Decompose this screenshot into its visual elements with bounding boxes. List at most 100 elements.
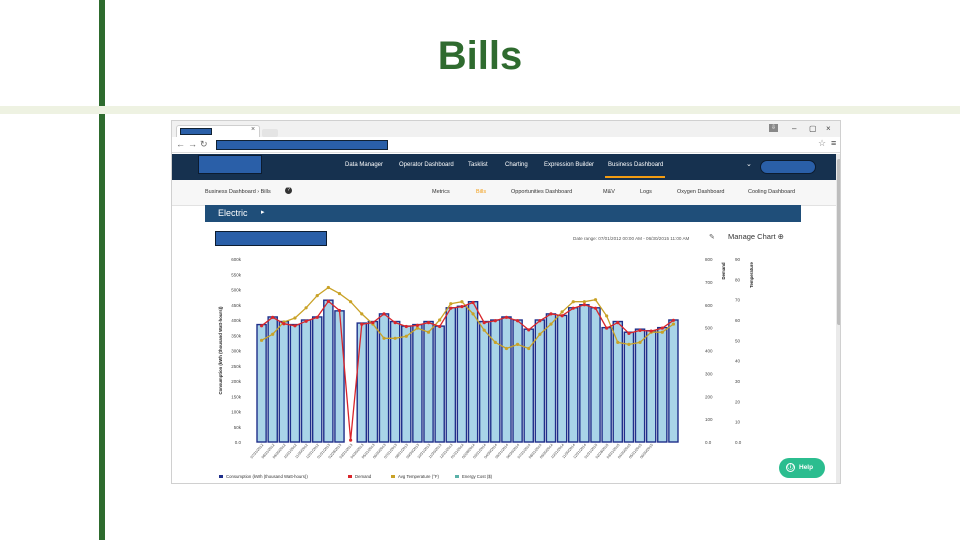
demand-point — [326, 299, 330, 303]
consumption-bar — [623, 331, 635, 443]
temperature-point — [438, 318, 442, 322]
scrollbar-thumb[interactable] — [837, 159, 840, 325]
nav-charting[interactable]: Charting — [505, 162, 528, 168]
demand-point — [415, 323, 420, 327]
nav-expression-builder[interactable]: Expression Builder — [544, 162, 594, 168]
address-bar-row: ← → ↻ ☆ ≡ — [172, 137, 840, 153]
temperature-point — [460, 300, 464, 304]
y-tick-label: 400k — [231, 318, 242, 323]
temperature-point — [582, 300, 586, 304]
user-menu-redacted[interactable] — [760, 160, 816, 174]
tab-close-icon[interactable]: × — [251, 126, 255, 133]
nav-active-indicator — [605, 176, 665, 178]
close-window-icon[interactable]: × — [826, 124, 831, 133]
y-tick-label: 50k — [234, 425, 242, 430]
demand-point — [605, 326, 609, 330]
consumption-bar — [501, 316, 512, 443]
subtab-logs[interactable]: Logs — [640, 189, 652, 195]
y2-tick-label: 400 — [705, 349, 713, 354]
consumption-bar — [556, 314, 568, 443]
temperature-point — [315, 294, 319, 298]
forward-icon[interactable]: → — [188, 139, 197, 149]
y-tick-label: 500k — [231, 288, 242, 293]
maximize-icon[interactable]: ▢ — [809, 124, 817, 133]
consumption-bar — [478, 320, 490, 443]
demand-point — [371, 320, 375, 325]
consumption-bar — [378, 313, 390, 443]
consumption-bar — [590, 307, 601, 443]
demand-point — [471, 300, 475, 305]
back-icon[interactable]: ← — [176, 139, 185, 149]
y-tick-label: 550k — [231, 272, 242, 277]
help-circle-icon[interactable]: ? — [285, 187, 292, 194]
temperature-point — [605, 314, 609, 318]
subtab-mv[interactable]: M&V — [603, 189, 615, 195]
browser-menu-icon[interactable]: ≡ — [831, 138, 836, 148]
panel-title[interactable]: Electric — [218, 208, 248, 218]
help-button-label: Help — [799, 464, 814, 471]
demand-point — [582, 303, 586, 307]
chevron-down-icon[interactable]: ⌄ — [746, 160, 752, 168]
panel-arrow-icon[interactable]: ▸ — [261, 208, 265, 216]
temperature-point — [549, 322, 553, 326]
consumption-bar — [367, 320, 379, 443]
help-button[interactable]: ⓘ Help — [779, 458, 825, 478]
temperature-point — [482, 328, 486, 332]
temperature-point — [616, 340, 620, 344]
y-tick-label: 450k — [231, 303, 242, 308]
breadcrumb: Business Dashboard › Bills — [205, 189, 271, 195]
y-tick-label: 0.0 — [235, 440, 242, 445]
panel-header: Electric ▸ — [205, 205, 801, 222]
download-icon[interactable]: ⇩ — [769, 124, 778, 132]
consumption-bar — [256, 323, 267, 443]
temperature-point — [471, 312, 475, 316]
browser-window: × ⇩ – ▢ × ← → ↻ ☆ ≡ Data Manager Operato… — [171, 120, 841, 484]
demand-point — [482, 320, 486, 325]
consumption-bar — [412, 323, 423, 443]
demand-point — [438, 324, 442, 329]
y3-axis-title: Temperature — [749, 262, 754, 288]
temperature-point — [571, 300, 575, 304]
nav-tasklist[interactable]: Tasklist — [468, 162, 488, 168]
nav-operator-dashboard[interactable]: Operator Dashboard — [399, 162, 454, 168]
consumption-bar — [657, 326, 668, 443]
new-tab-button[interactable] — [262, 129, 278, 137]
subtab-metrics[interactable]: Metrics — [432, 189, 450, 195]
y2-tick-label: 300 — [705, 371, 713, 376]
subtab-oxygen-dashboard[interactable]: Oxygen Dashboard — [677, 189, 724, 195]
y-tick-label: 200k — [231, 379, 242, 384]
bookmark-star-icon[interactable]: ☆ — [818, 138, 826, 149]
temperature-point — [393, 336, 397, 340]
subtab-opportunities-dashboard[interactable]: Opportunities Dashboard — [511, 189, 572, 195]
temperature-point — [515, 342, 520, 346]
consumption-bar — [668, 319, 679, 443]
demand-point — [382, 312, 386, 316]
consumption-bar — [334, 310, 345, 443]
reload-icon[interactable]: ↻ — [200, 139, 208, 150]
tab-title-redacted — [180, 128, 212, 135]
address-field-redacted[interactable] — [216, 140, 388, 150]
temperature-point — [671, 322, 676, 326]
nav-data-manager[interactable]: Data Manager — [345, 162, 383, 168]
demand-point — [393, 320, 397, 325]
temperature-point — [593, 298, 598, 302]
subtab-cooling-dashboard[interactable]: Cooling Dashboard — [748, 189, 795, 195]
y2-tick-label: 0.0 — [705, 440, 712, 445]
y-axis-title: Consumption (kWh (thousand Watt-hours)) — [218, 306, 223, 394]
demand-point — [638, 328, 642, 332]
temperature-point — [638, 340, 642, 344]
temperature-point — [660, 330, 664, 334]
consumption-bar — [356, 322, 368, 443]
subtab-bills[interactable]: Bills — [476, 189, 486, 195]
y2-tick-label: 700 — [705, 280, 713, 285]
app-navbar: Data Manager Operator Dashboard Tasklist… — [172, 154, 836, 180]
y-tick-label: 600k — [231, 257, 242, 262]
y3-tick-label: 20 — [735, 399, 741, 404]
browser-tab[interactable]: × — [176, 125, 260, 137]
consumption-bar — [545, 313, 557, 443]
y-tick-label: 300k — [231, 349, 242, 354]
demand-point — [337, 308, 342, 313]
temperature-point — [493, 340, 497, 344]
nav-business-dashboard[interactable]: Business Dashboard — [608, 162, 663, 168]
minimize-icon[interactable]: – — [792, 124, 796, 133]
